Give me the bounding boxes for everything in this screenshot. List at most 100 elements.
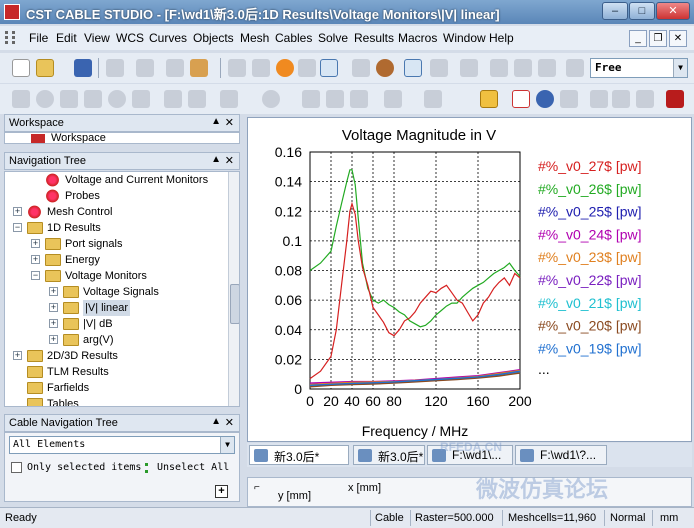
pin-icon[interactable]: ▲	[211, 154, 221, 165]
mode-select[interactable]: Free ▼	[590, 58, 688, 78]
menu-results[interactable]: Results	[354, 31, 394, 45]
mirror-icon[interactable]	[326, 90, 344, 108]
tree-node[interactable]: + Port signals	[5, 236, 227, 252]
menu-objects[interactable]: Objects	[193, 31, 234, 45]
expand-icon[interactable]: +	[49, 335, 58, 344]
cylinder-icon[interactable]	[60, 90, 78, 108]
menu-macros[interactable]: Macros	[398, 31, 437, 45]
grip-icon[interactable]	[3, 30, 17, 46]
cable-icon[interactable]	[590, 90, 608, 108]
expand-icon[interactable]: +	[49, 287, 58, 296]
tree-node[interactable]: − 1D Results	[5, 220, 227, 236]
mdi-close-button[interactable]: ✕	[669, 30, 687, 47]
pick-icon[interactable]	[404, 59, 422, 77]
app-icon[interactable]	[4, 4, 20, 20]
align-icon[interactable]	[302, 90, 320, 108]
tree-node[interactable]: TLM Results	[5, 364, 227, 380]
close-icon[interactable]: ✕	[225, 116, 234, 129]
render-icon[interactable]	[376, 59, 394, 77]
tree-node[interactable]: + |V| dB	[5, 316, 227, 332]
tree-node[interactable]: + Energy	[5, 252, 227, 268]
tree-node[interactable]: + |V| linear	[5, 300, 227, 316]
material-icon[interactable]	[566, 59, 584, 77]
extrude-icon[interactable]	[132, 90, 150, 108]
mdi-restore-button[interactable]: ❐	[649, 30, 667, 47]
undo-icon[interactable]	[136, 59, 154, 77]
menu-file[interactable]: File	[29, 31, 48, 45]
cable-filter-select[interactable]: All Elements ▼	[9, 436, 235, 454]
expand-icon[interactable]: +	[13, 207, 22, 216]
mdi-minimize-button[interactable]: _	[629, 30, 647, 47]
unselect-all-button[interactable]: Unselect All	[157, 462, 229, 473]
fit-view-icon[interactable]	[352, 59, 370, 77]
help-icon[interactable]	[666, 90, 684, 108]
bend-icon[interactable]	[188, 90, 206, 108]
probe-icon[interactable]	[538, 59, 556, 77]
paste-icon[interactable]	[190, 59, 208, 77]
print-icon[interactable]	[106, 59, 124, 77]
menu-mesh[interactable]: Mesh	[240, 31, 269, 45]
close-button[interactable]: ✕	[656, 2, 690, 20]
scroll-thumb[interactable]	[230, 284, 239, 324]
collapse-icon[interactable]: −	[31, 271, 40, 280]
tab-document-2[interactable]: 新3.0后*	[353, 445, 425, 465]
collapse-icon[interactable]: −	[13, 223, 22, 232]
tab-document-1[interactable]: 新3.0后*	[249, 445, 349, 465]
pin-icon[interactable]: ▲	[211, 116, 221, 127]
tree-node[interactable]: − Voltage Monitors	[5, 268, 227, 284]
zoom-icon[interactable]	[298, 59, 316, 77]
workspace-item[interactable]: Workspace	[51, 133, 106, 143]
menu-wcs[interactable]: WCS	[116, 31, 144, 45]
spin-icon[interactable]	[252, 59, 270, 77]
rotate-icon[interactable]	[228, 59, 246, 77]
menu-solve[interactable]: Solve	[318, 31, 348, 45]
chart-icon[interactable]	[512, 90, 530, 108]
expand-icon[interactable]: +	[49, 303, 58, 312]
menu-window[interactable]: Window	[443, 31, 486, 45]
expand-icon[interactable]: +	[31, 239, 40, 248]
table-icon[interactable]	[560, 90, 578, 108]
wire-cut-icon[interactable]	[636, 90, 654, 108]
shape-icon[interactable]	[490, 59, 508, 77]
voltage-chart[interactable]: 0 20 40 60 80 120 160 200 0 0.02 0.04 0.06 0.08 0.1 0.…	[248, 118, 693, 443]
torus-icon[interactable]	[108, 90, 126, 108]
cone-icon[interactable]	[84, 90, 102, 108]
menu-cables[interactable]: Cables	[275, 31, 312, 45]
port-icon[interactable]	[262, 90, 280, 108]
menu-curves[interactable]: Curves	[149, 31, 187, 45]
maximize-button[interactable]: □	[629, 2, 655, 20]
connector-icon[interactable]	[384, 90, 402, 108]
chevron-down-icon[interactable]: ▼	[673, 59, 687, 77]
expand-icon[interactable]: +	[49, 319, 58, 328]
close-icon[interactable]: ✕	[225, 154, 234, 167]
copy-icon[interactable]	[166, 59, 184, 77]
expand-icon[interactable]: +	[31, 255, 40, 264]
tree-node[interactable]: + Voltage Signals	[5, 284, 227, 300]
tree-scrollbar[interactable]	[228, 172, 239, 406]
menu-view[interactable]: View	[84, 31, 110, 45]
brick-icon[interactable]	[12, 90, 30, 108]
chevron-down-icon[interactable]: ▼	[220, 437, 234, 453]
tree-node[interactable]: Probes	[5, 188, 227, 204]
cube-icon[interactable]	[460, 59, 478, 77]
tree-node[interactable]: + Mesh Control	[5, 204, 227, 220]
menu-help[interactable]: Help	[489, 31, 514, 45]
menu-edit[interactable]: Edit	[56, 31, 77, 45]
tree-node[interactable]: Voltage and Current Monitors	[5, 172, 227, 188]
tree-node[interactable]: Tables	[5, 396, 227, 406]
only-selected-checkbox[interactable]	[11, 462, 22, 473]
tree-node[interactable]: Farfields	[5, 380, 227, 396]
globe-icon[interactable]	[536, 90, 554, 108]
tree-node[interactable]: +2D/3D Results	[5, 348, 227, 364]
group-icon[interactable]	[350, 90, 368, 108]
minimize-button[interactable]: –	[602, 2, 628, 20]
zoom-region-icon[interactable]	[320, 59, 338, 77]
open-folder-icon[interactable]	[36, 59, 54, 77]
pin-icon[interactable]: ▲	[211, 416, 221, 427]
new-file-icon[interactable]	[12, 59, 30, 77]
close-icon[interactable]: ✕	[225, 416, 234, 429]
expand-icon[interactable]: +	[13, 351, 22, 360]
monitor-icon[interactable]	[424, 90, 442, 108]
sphere-icon[interactable]	[36, 90, 54, 108]
boolean-icon[interactable]	[164, 90, 182, 108]
